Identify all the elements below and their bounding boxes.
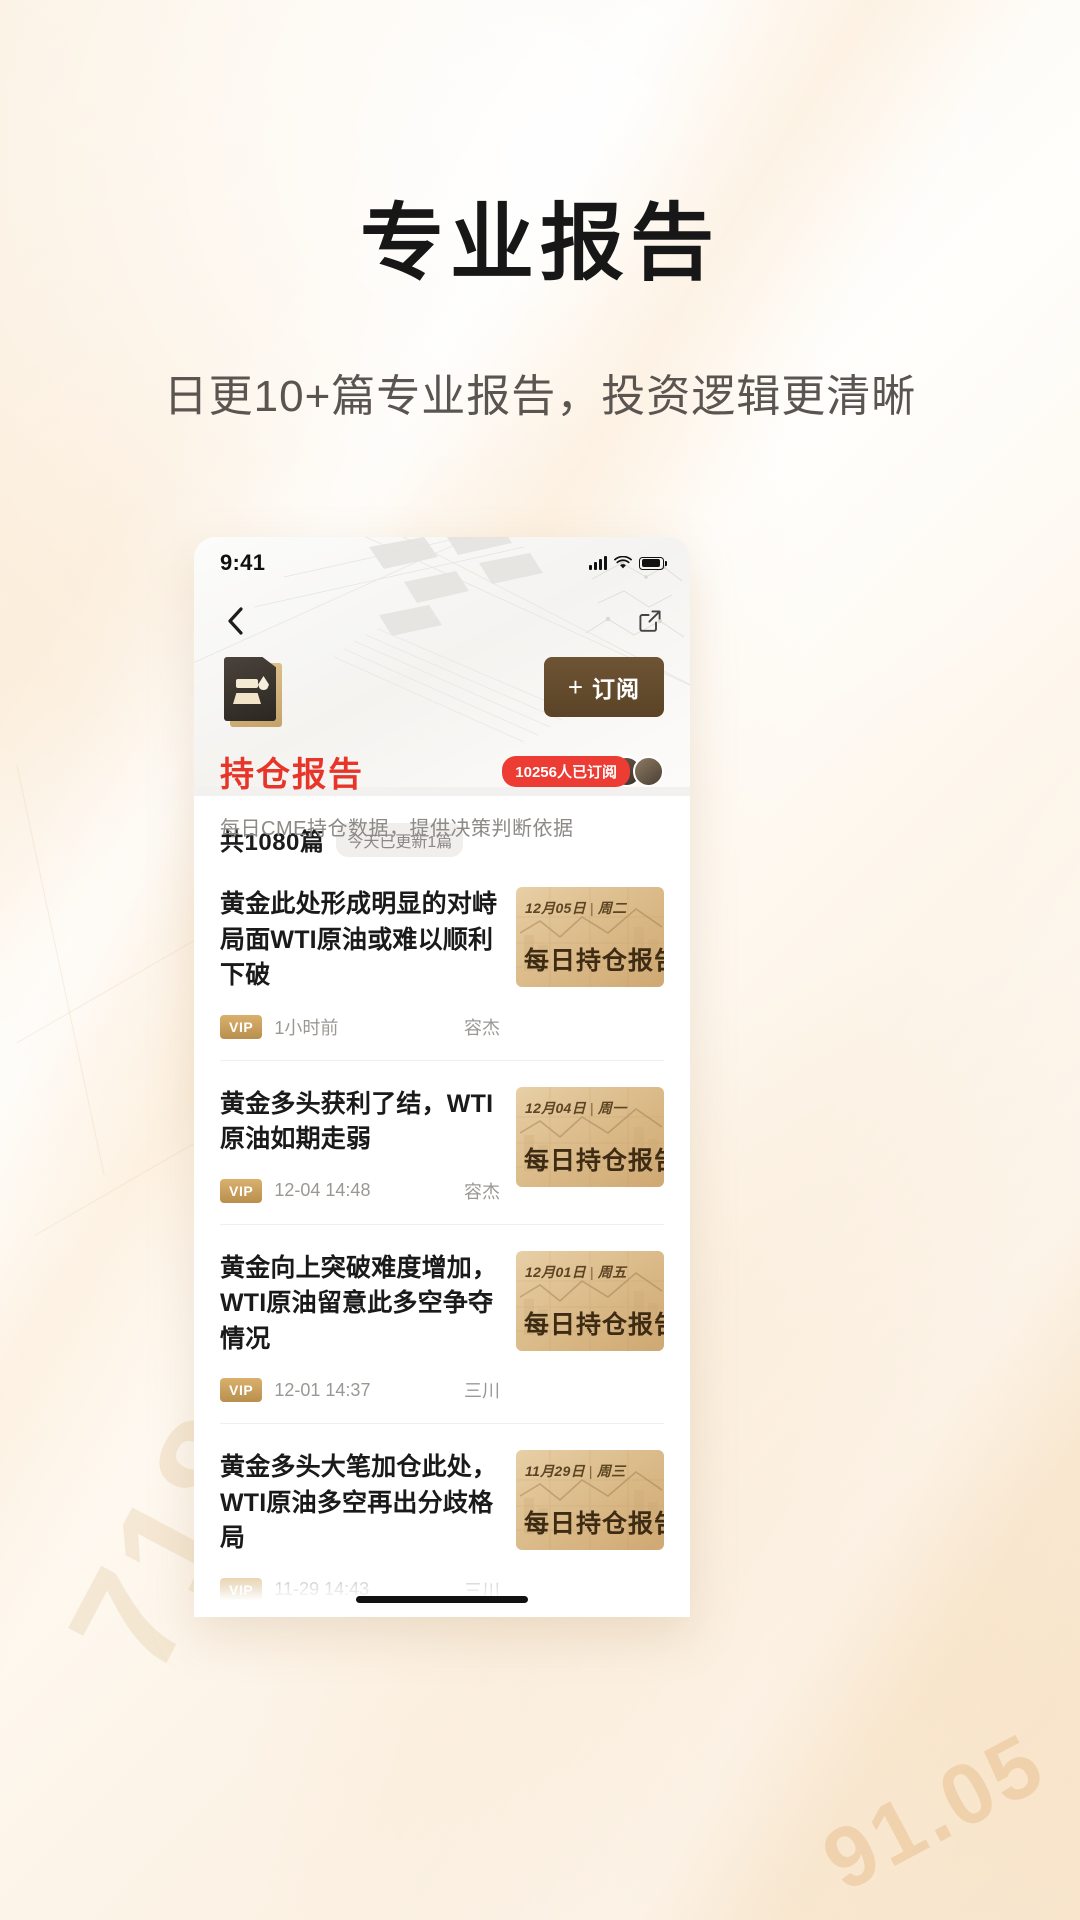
status-time: 9:41	[220, 550, 266, 575]
share-external-icon	[639, 610, 661, 632]
thumbnail-date-separator: |	[589, 1099, 594, 1116]
thumbnail-weekday: 周五	[597, 1263, 627, 1280]
subscribe-button-label: 订阅	[592, 676, 640, 702]
article-thumbnail: 11月29日|周三每日持仓报告	[516, 1450, 664, 1550]
thumbnail-title: 每日持仓报告	[524, 1147, 664, 1175]
thumbnail-title: 每日持仓报告	[524, 1511, 664, 1538]
report-document-icon	[220, 657, 282, 727]
status-icons	[589, 556, 667, 570]
article-main: 黄金此处形成明显的对峙局面WTI原油或难以顺利下破 VIP 1小时前 容杰	[220, 887, 500, 1040]
document-icon-glyph-bottom	[233, 693, 261, 704]
article-thumbnail: 12月01日|周五每日持仓报告	[516, 1250, 664, 1351]
article-row[interactable]: 黄金多头获利了结，WTI原油如期走弱 VIP 12-04 14:48 容杰 12月04日…	[220, 1061, 664, 1225]
thumbnail-date: 11月29日 | 周三	[525, 1461, 625, 1481]
thumbnail-date-separator: |	[588, 1463, 593, 1479]
article-meta: VIP 1小时前 容杰	[220, 1014, 500, 1040]
thumbnail-date: 12月05日 | 周二	[525, 898, 627, 918]
article-author: 三川	[464, 1381, 500, 1401]
article-title: 黄金向上突破难度增加，WTI原油留意此多空争夺情况	[220, 1253, 498, 1353]
article-time: 12-01 14:37	[274, 1379, 371, 1400]
document-icon-sheet	[224, 657, 276, 721]
thumbnail-weekday: 周二	[597, 900, 627, 916]
back-button[interactable]	[216, 601, 256, 641]
article-main: 黄金向上突破难度增加，WTI原油留意此多空争夺情况 VIP 12-01 14:37 三…	[220, 1251, 500, 1404]
navigation-bar	[194, 593, 690, 649]
article-meta: VIP 12-01 14:37 三川	[220, 1377, 500, 1403]
thumbnail-date-text: 12月04日	[525, 1099, 586, 1116]
thumbnail-title: 每日持仓报告	[524, 1311, 664, 1339]
thumbnail-date-separator: |	[589, 900, 594, 916]
thumbnail-weekday: 周三	[596, 1463, 626, 1479]
home-indicator	[356, 1596, 528, 1603]
article-thumbnail: 12月04日|周一每日持仓报告	[516, 1086, 664, 1187]
article-row[interactable]: 黄金此处形成明显的对峙局面WTI原油或难以顺利下破 VIP 1小时前 容杰 12月05日…	[220, 861, 664, 1061]
thumbnail-title: 每日持仓报告	[524, 948, 664, 975]
vip-badge: VIP	[220, 1178, 263, 1203]
thumbnail-weekday: 周一	[597, 1099, 627, 1116]
article-meta: VIP 12-04 14:48 容杰	[220, 1178, 500, 1204]
channel-top-row: + 订阅	[220, 657, 664, 727]
subscribers-badge: 10256人已订阅	[502, 756, 630, 787]
avatar	[633, 756, 664, 787]
status-bar: 9:41	[194, 537, 690, 589]
thumbnail-date-text: 11月29日	[525, 1463, 585, 1479]
thumbnail-date-separator: |	[589, 1263, 594, 1280]
promo-subtitle: 日更10+篇专业报告，投资逻辑更清晰	[163, 372, 917, 421]
article-list[interactable]: 共1080篇 今天已更新1篇 黄金此处形成明显的对峙局面WTI原油或难以顺利下破…	[194, 796, 690, 1617]
article-row[interactable]: 黄金向上突破难度增加，WTI原油留意此多空争夺情况 VIP 12-01 14:37 三…	[220, 1225, 664, 1424]
subscribe-button[interactable]: + 订阅	[543, 657, 664, 717]
channel-title: 持仓报告	[220, 757, 364, 794]
promo-title: 专业报告	[359, 198, 720, 291]
article-time: 1小时前	[274, 1017, 339, 1038]
thumbnail-date-text: 12月01日	[525, 1263, 586, 1280]
article-title: 黄金多头获利了结，WTI原油如期走弱	[220, 1089, 494, 1154]
subscribers-group[interactable]: 10256人已订阅	[502, 756, 664, 787]
document-icon-glyph-top	[236, 679, 258, 688]
article-thumbnail: 12月05日|周二每日持仓报告	[516, 887, 664, 987]
plus-icon: +	[567, 672, 584, 702]
vip-badge: VIP	[220, 1014, 263, 1039]
back-chevron-icon	[228, 607, 243, 635]
channel-header: + 订阅 持仓报告 10256人已订阅 每日CME持仓数据，提供决策判断依据	[194, 657, 690, 841]
thumbnail-date-text: 12月05日	[525, 900, 586, 916]
article-author: 容杰	[464, 1181, 500, 1202]
phone-mockup: 9:41 + 订阅 持仓报告 10256人已订阅 每日CME持仓数据，提供决策判…	[194, 537, 690, 1617]
article-main: 黄金多头获利了结，WTI原油如期走弱 VIP 12-04 14:48 容杰	[220, 1087, 500, 1204]
article-rows: 黄金此处形成明显的对峙局面WTI原油或难以顺利下破 VIP 1小时前 容杰 12月05日…	[220, 861, 664, 1617]
wifi-icon	[614, 556, 632, 569]
article-author: 容杰	[464, 1017, 500, 1038]
vip-badge: VIP	[220, 1378, 263, 1402]
channel-description: 每日CME持仓数据，提供决策判断依据	[220, 818, 574, 840]
article-title: 黄金此处形成明显的对峙局面WTI原油或难以顺利下破	[220, 890, 498, 989]
list-bottom-fade	[194, 1557, 690, 1617]
article-title: 黄金多头大笔加仓此处，WTI原油多空再出分歧格局	[220, 1453, 498, 1552]
battery-icon	[639, 556, 667, 570]
share-button[interactable]	[632, 603, 668, 639]
article-time: 12-04 14:48	[274, 1180, 371, 1200]
channel-title-row: 持仓报告 10256人已订阅	[220, 747, 664, 796]
cellular-signal-icon	[589, 556, 607, 570]
thumbnail-date: 12月04日 | 周一	[525, 1098, 627, 1118]
thumbnail-date: 12月01日 | 周五	[525, 1262, 627, 1282]
